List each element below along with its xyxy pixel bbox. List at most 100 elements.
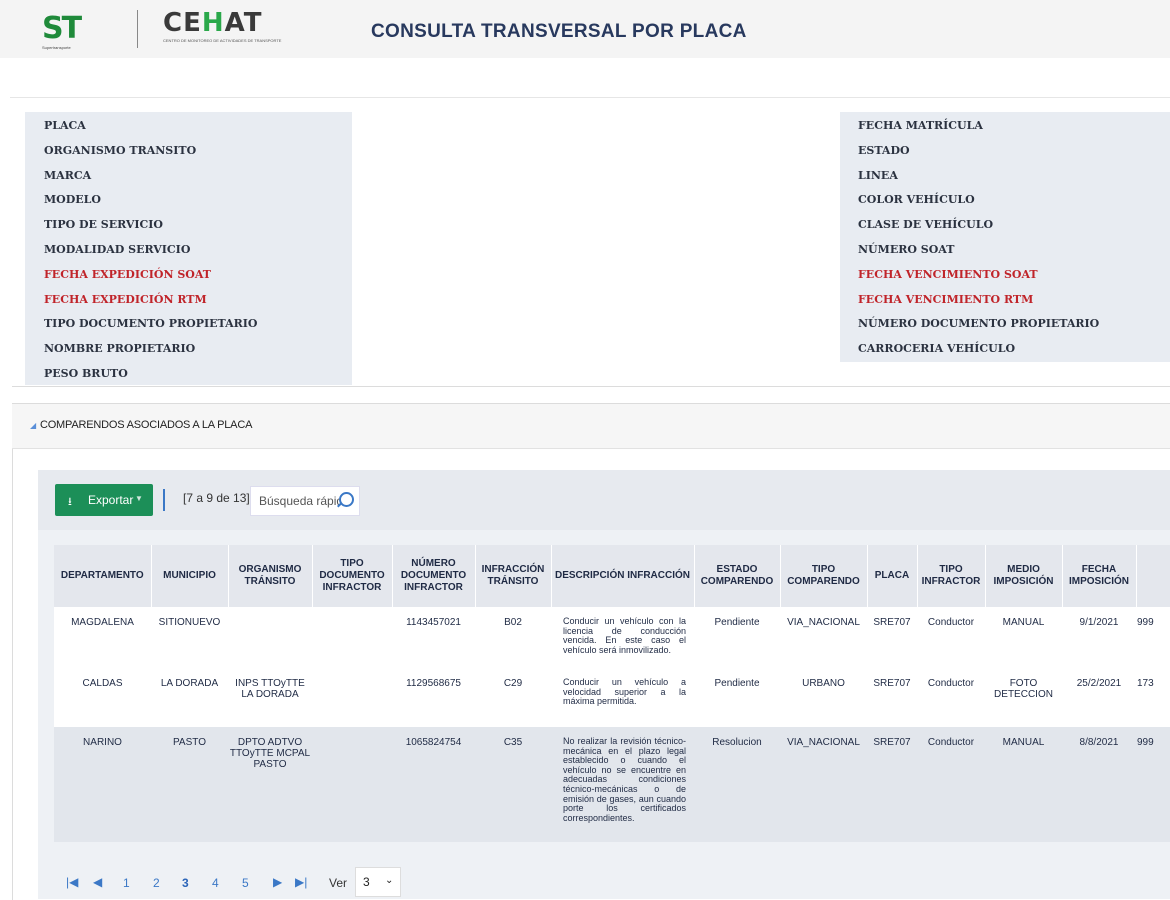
- table-cell: MAGDALENA: [54, 607, 151, 668]
- table-cell: No realizar la revisión técnico-mecánica…: [551, 727, 694, 842]
- table-cell: SRE707: [867, 727, 917, 842]
- next-page-icon[interactable]: ▶: [273, 875, 282, 889]
- column-header[interactable]: PLACA: [867, 545, 918, 607]
- column-header[interactable]: FECHA IMPOSICIÓN: [1062, 545, 1137, 607]
- page-link[interactable]: 5: [242, 876, 249, 890]
- vehicle-field-label: FECHA VENCIMIENTO RTM: [858, 292, 1034, 306]
- download-icon: ⭳: [68, 496, 72, 508]
- page-link[interactable]: 1: [123, 876, 130, 890]
- table-cell: 8/8/2021: [1062, 727, 1136, 842]
- table-cell: SRE707: [867, 607, 917, 668]
- header-bar: ST Supertransporte CEHAT CENTRO DE MONIT…: [0, 0, 1170, 58]
- table-cell: 999: [1136, 607, 1170, 668]
- table-cell: [312, 727, 392, 842]
- vehicle-field-label: NOMBRE PROPIETARIO: [44, 342, 196, 356]
- quick-search-input[interactable]: Búsqueda rápida: [250, 486, 360, 516]
- logo-st-mark-t: T: [61, 11, 83, 46]
- table-cell: VIA_NACIONAL: [780, 727, 867, 842]
- table-cell: VIA_NACIONAL: [780, 607, 867, 668]
- table-cell: NARINO: [54, 727, 151, 842]
- vehicle-field-label: NÚMERO DOCUMENTO PROPIETARIO: [858, 317, 1100, 331]
- vehicle-field-label: COLOR VEHÍCULO: [858, 193, 975, 207]
- table-cell: C29: [475, 668, 551, 727]
- table-cell: INPS TTOyTTE LA DORADA: [228, 668, 312, 727]
- table-cell: [312, 607, 392, 668]
- vehicle-field-label: TIPO DE SERVICIO: [44, 218, 164, 232]
- column-header[interactable]: DESCRIPCIÓN INFRACCIÓN: [551, 545, 695, 607]
- column-header[interactable]: ORGANISMO TRÁNSITO: [228, 545, 313, 607]
- table-cell: Pendiente: [694, 607, 780, 668]
- table-cell: Conducir un vehículo a velocidad superio…: [551, 668, 694, 727]
- prev-page-icon[interactable]: ◀: [93, 875, 102, 889]
- per-page-select[interactable]: 3 ⌄: [355, 867, 401, 897]
- table-cell: 25/2/2021: [1062, 668, 1136, 727]
- table-cell: B02: [475, 607, 551, 668]
- table-cell: Conducir un vehículo con la licencia de …: [551, 607, 694, 668]
- column-header[interactable]: [1136, 545, 1170, 607]
- logo-cehat-mark-h: H: [201, 8, 225, 38]
- table-cell: URBANO: [780, 668, 867, 727]
- vehicle-field-label: ESTADO: [858, 143, 910, 157]
- vehicle-field-label: CLASE DE VEHÍCULO: [858, 218, 994, 232]
- table-cell: SRE707: [867, 668, 917, 727]
- vehicle-field-label: CARROCERIA VEHÍCULO: [858, 342, 1016, 356]
- column-header[interactable]: MUNICIPIO: [151, 545, 229, 607]
- column-header[interactable]: DEPARTAMENTO: [54, 545, 152, 607]
- table-cell: MANUAL: [985, 607, 1062, 668]
- column-header[interactable]: TIPO INFRACTOR: [917, 545, 986, 607]
- table-cell: 1129568675: [392, 668, 475, 727]
- table-cell: 1065824754: [392, 727, 475, 842]
- table-cell: 173: [1136, 668, 1170, 727]
- table-cell: LA DORADA: [151, 668, 228, 727]
- column-header[interactable]: MEDIO IMPOSICIÓN: [985, 545, 1063, 607]
- toolbar-separator: [163, 489, 165, 511]
- first-page-icon[interactable]: |◀: [66, 875, 78, 889]
- page-link[interactable]: 3: [182, 876, 189, 890]
- table-cell: PASTO: [151, 727, 228, 842]
- table-cell: 999: [1136, 727, 1170, 842]
- table-cell: DPTO ADTVO TTOyTTE MCPAL PASTO: [228, 727, 312, 842]
- column-header[interactable]: TIPO DOCUMENTO INFRACTOR: [312, 545, 393, 607]
- vehicle-field-label: LINEA: [858, 168, 898, 182]
- cehat-logo: CEHAT CENTRO DE MONITOREO DE ACTIVIDADES…: [163, 10, 293, 50]
- quick-search-placeholder: Búsqueda rápida: [259, 494, 339, 508]
- table-row[interactable]: MAGDALENA SITIONUEVO 1143457021 B02 Conducir…: [54, 607, 1170, 668]
- export-button-label: Exportar: [88, 493, 134, 507]
- column-header[interactable]: NÚMERO DOCUMENTO INFRACTOR: [392, 545, 476, 607]
- comparendos-title-text: COMPARENDOS ASOCIADOS A LA PLACA: [39, 419, 253, 431]
- vehicle-field-label: FECHA MATRÍCULA: [858, 119, 983, 132]
- table-row[interactable]: NARINO PASTO DPTO ADTVO TTOyTTE MCPAL PAST…: [54, 727, 1170, 842]
- column-header[interactable]: ESTADO COMPARENDO: [694, 545, 781, 607]
- vehicle-field-label: PESO BRUTO: [44, 367, 128, 380]
- page-link[interactable]: 2: [153, 876, 160, 890]
- page-title: CONSULTA TRANSVERSAL POR PLACA: [371, 21, 747, 42]
- search-icon[interactable]: [339, 492, 354, 507]
- table-cell: FOTO DETECCION: [985, 668, 1062, 727]
- vehicle-field-label: TIPO DOCUMENTO PROPIETARIO: [44, 317, 258, 331]
- table-cell: [228, 607, 312, 668]
- table-cell: [312, 668, 392, 727]
- logo-st-mark-s: S: [42, 11, 64, 46]
- table-cell: Conductor: [917, 727, 985, 842]
- vehicle-field-label: FECHA EXPEDICIÓN RTM: [44, 292, 207, 306]
- vehicle-field-label: FECHA EXPEDICIÓN SOAT: [44, 267, 211, 281]
- last-page-icon[interactable]: ▶|: [295, 875, 307, 889]
- page-link[interactable]: 4: [212, 876, 219, 890]
- logo-cehat-mark-at: AT: [224, 8, 263, 38]
- table-row[interactable]: CALDAS LA DORADA INPS TTOyTTE LA DORADA 112…: [54, 668, 1170, 727]
- header-divider: [10, 97, 1170, 98]
- export-button[interactable]: ⭳ Exportar ▼: [55, 484, 153, 516]
- comparendos-section-title[interactable]: ◢ COMPARENDOS ASOCIADOS A LA PLACA: [30, 419, 252, 431]
- table-header-row: DEPARTAMENTO MUNICIPIO ORGANISMO TRÁNSITO T…: [54, 545, 1170, 607]
- table-cell: Conductor: [917, 607, 985, 668]
- select-chevron-icon: ⌄: [385, 875, 394, 886]
- column-header[interactable]: TIPO COMPARENDO: [780, 545, 868, 607]
- supertransporte-logo: ST Supertransporte: [42, 11, 116, 51]
- column-header[interactable]: INFRACCIÓN TRÁNSITO: [475, 545, 552, 607]
- collapse-caret-icon[interactable]: ◢: [30, 421, 36, 430]
- logo-cehat-subtitle: CENTRO DE MONITOREO DE ACTIVIDADES DE TR…: [163, 38, 282, 43]
- vehicle-field-label: PLACA: [44, 119, 86, 132]
- comparendos-table: DEPARTAMENTO MUNICIPIO ORGANISMO TRÁNSITO T…: [54, 545, 1170, 842]
- logo-cehat-mark-ce: CE: [163, 8, 202, 38]
- info-divider: [12, 386, 1170, 387]
